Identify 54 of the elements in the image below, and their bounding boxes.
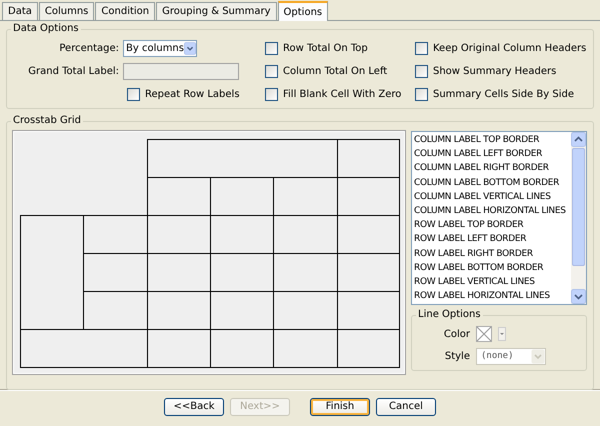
tab[interactable]: Grouping & Summary [156,2,277,20]
line-list-item[interactable]: ROW LABEL TOP BORDER [412,218,571,232]
dialog-button[interactable]: Finish [310,398,370,416]
line-list-item[interactable]: COLUMN LABEL BOTTOM BORDER [412,176,571,190]
checkbox-box[interactable] [415,88,428,100]
scroll-down-icon[interactable] [571,289,586,304]
checkbox-box[interactable] [265,88,278,100]
tab[interactable]: Condition [95,2,156,20]
scrollbar[interactable] [571,132,586,304]
line-list-item[interactable]: ROW LABEL LEFT BORDER [412,232,571,246]
tab[interactable]: Options [278,1,328,21]
checkbox[interactable]: Repeat Row Labels [127,86,240,102]
checkbox-label: Fill Blank Cell With Zero [283,88,402,100]
checkbox-box[interactable] [415,42,428,54]
checkbox-box[interactable] [265,42,278,54]
percentage-select[interactable]: By columns [123,40,197,56]
scroll-thumb[interactable] [572,148,585,266]
checkbox[interactable]: Show Summary Headers [415,63,595,79]
panel-title: Data Options [11,23,81,34]
field-label: Percentage: [58,42,119,54]
line-list-item[interactable]: COLUMN LABEL LEFT BORDER [412,147,571,162]
tab[interactable]: Columns [38,2,94,20]
line-list-item[interactable]: COLUMN LABEL VERTICAL LINES [412,190,571,204]
field-label: Grand Total Label: [27,66,119,76]
line-list-item[interactable]: COLUMN LABEL TOP BORDER [412,133,571,148]
line-list-item[interactable]: ROW LABEL BOTTOM BORDER [412,260,571,275]
checkbox-label: Show Summary Headers [433,66,556,76]
checkbox[interactable]: Row Total On Top [265,40,415,56]
checkbox-label: Summary Cells Side By Side [433,88,574,100]
checkbox-box[interactable] [127,88,140,100]
checkbox[interactable]: Summary Cells Side By Side [415,86,595,102]
checkbox[interactable]: Keep Original Column Headers [415,40,595,56]
checkbox-label: Keep Original Column Headers [433,42,586,54]
dialog-button[interactable]: Cancel [376,398,436,416]
line-list-item[interactable]: COLUMN LABEL RIGHT BORDER [412,161,571,176]
line-list-item[interactable]: ROW LABEL VERTICAL LINES [412,274,571,290]
line-list-item[interactable]: ROW LABEL RIGHT BORDER [412,246,571,261]
checkbox-box[interactable] [415,64,428,78]
panel-title: Line Options [416,309,483,320]
tab[interactable]: Data [2,2,38,20]
scroll-up-icon[interactable] [571,132,586,147]
field-label: Color [442,328,470,340]
panel-title: Crosstab Grid [11,115,83,126]
no-color-swatch-icon[interactable] [476,326,492,342]
checkbox[interactable]: Fill Blank Cell With Zero [265,86,415,102]
dialog-button[interactable]: <<Back [164,398,224,416]
checkbox-box[interactable] [265,64,278,78]
field-label: Style [444,350,470,362]
checkbox-label: Row Total On Top [283,42,368,54]
checkbox[interactable]: Column Total On Left [265,63,415,79]
line-list-item[interactable]: ROW LABEL HORIZONTAL LINES [412,289,571,304]
checkbox-label: Column Total On Left [283,66,388,76]
line-list-item[interactable]: COLUMN LABEL HORIZONTAL LINES [412,204,571,218]
checkbox-label: Repeat Row Labels [145,88,240,100]
